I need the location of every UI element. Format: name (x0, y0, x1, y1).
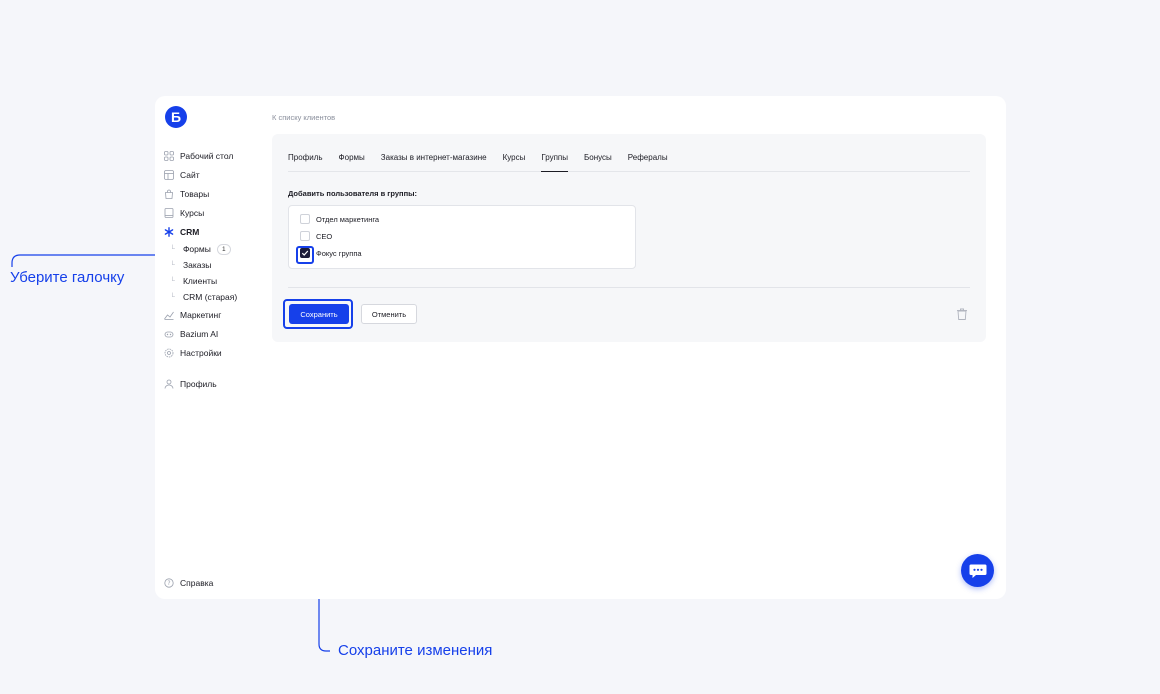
tab-forms[interactable]: Формы (339, 148, 365, 172)
chat-bubble-icon (969, 564, 986, 578)
group-option-marketing[interactable]: Отдел маркетинга (300, 214, 379, 224)
sidebar-subitem-clients[interactable]: └ Клиенты (155, 273, 265, 289)
sidebar-subitem-crm-old[interactable]: └ CRM (старая) (155, 289, 265, 305)
sidebar-item-label: Bazium AI (180, 328, 219, 339)
tree-branch-icon: └ (170, 245, 175, 253)
sidebar-subitem-orders[interactable]: └ Заказы (155, 257, 265, 273)
brand-logo[interactable]: Б (165, 106, 187, 128)
highlight-checkbox-focus-group (296, 246, 314, 264)
sidebar-item-marketing[interactable]: Маркетинг (155, 305, 265, 324)
tab-courses[interactable]: Курсы (503, 148, 526, 172)
layout-icon (164, 169, 174, 180)
sidebar-item-label: Курсы (180, 207, 205, 218)
callout-save: Сохраните изменения (338, 642, 493, 659)
client-panel: Профиль Формы Заказы в интернет-магазине… (272, 134, 986, 342)
sidebar-subitem-forms[interactable]: └ Формы 1 (155, 241, 265, 257)
grid-icon (164, 150, 174, 161)
question-icon: ? (164, 578, 174, 588)
help-label: Справка (180, 578, 214, 588)
sidebar-item-products[interactable]: Товары (155, 184, 265, 203)
sidebar-item-label: Настройки (180, 347, 222, 358)
user-icon (164, 379, 174, 389)
sidebar-item-courses[interactable]: Курсы (155, 203, 265, 222)
sidebar-item-label: Рабочий стол (180, 150, 234, 161)
group-label: CEO (316, 231, 333, 241)
divider (288, 287, 970, 288)
tab-shop-orders[interactable]: Заказы в интернет-магазине (381, 148, 487, 172)
book-icon (164, 207, 174, 218)
checkbox[interactable] (300, 214, 310, 224)
sidebar-subitem-label: CRM (старая) (182, 292, 238, 302)
sidebar-item-label: Маркетинг (180, 309, 222, 320)
tree-branch-icon: └ (170, 261, 175, 269)
tree-branch-icon: └ (170, 293, 175, 301)
sidebar-item-settings[interactable]: Настройки (155, 343, 265, 362)
checkbox[interactable] (300, 231, 310, 241)
tab-profile[interactable]: Профиль (288, 148, 323, 172)
sidebar-item-desktop[interactable]: Рабочий стол (155, 146, 265, 165)
chart-icon (164, 310, 174, 320)
count-badge: 1 (216, 243, 231, 255)
tab-bonuses[interactable]: Бонусы (584, 148, 612, 172)
sidebar-subitem-label: Заказы (182, 260, 212, 270)
sidebar-item-site[interactable]: Сайт (155, 165, 265, 184)
sidebar-subitem-label: Клиенты (182, 276, 218, 286)
sidebar-item-label: Товары (180, 188, 210, 199)
sidebar-item-label: Профиль (180, 378, 217, 389)
chat-button[interactable] (961, 554, 994, 587)
tab-groups[interactable]: Группы (541, 148, 568, 172)
highlight-save-button (283, 299, 353, 329)
svg-text:?: ? (167, 580, 170, 587)
ai-icon (164, 329, 174, 339)
group-option-ceo[interactable]: CEO (300, 231, 332, 241)
sidebar-nav: Рабочий стол Сайт Товары Курсы CRM └ Фор… (155, 146, 265, 393)
group-label: Отдел маркетинга (316, 214, 380, 224)
tabs-bar: Профиль Формы Заказы в интернет-магазине… (288, 148, 970, 172)
trash-icon[interactable] (956, 307, 968, 321)
breadcrumb-back-link[interactable]: К списку клиентов (272, 113, 335, 122)
sidebar-item-bazium-ai[interactable]: Bazium AI (155, 324, 265, 343)
help-link[interactable]: ? Справка (164, 578, 213, 588)
asterisk-icon (164, 226, 174, 237)
bag-icon (164, 189, 174, 199)
groups-section-title: Добавить пользователя в группы: (288, 189, 418, 198)
tab-referrals[interactable]: Рефералы (628, 148, 668, 172)
sidebar-item-profile[interactable]: Профиль (155, 374, 265, 393)
sidebar-item-crm[interactable]: CRM (155, 222, 265, 241)
cancel-button[interactable]: Отменить (361, 304, 417, 324)
groups-list: Отдел маркетинга CEO Фокус группа (288, 205, 636, 269)
sidebar-subitem-label: Формы (182, 244, 211, 254)
sidebar-item-label: CRM (180, 226, 200, 237)
gear-icon (164, 348, 174, 358)
app-window: Б Рабочий стол Сайт Товары Курсы CRM └ Ф… (155, 96, 1006, 599)
sidebar-item-label: Сайт (180, 169, 200, 180)
callout-uncheck: Уберите галочку (10, 269, 125, 286)
tree-branch-icon: └ (170, 277, 175, 285)
group-label: Фокус группа (316, 248, 362, 258)
